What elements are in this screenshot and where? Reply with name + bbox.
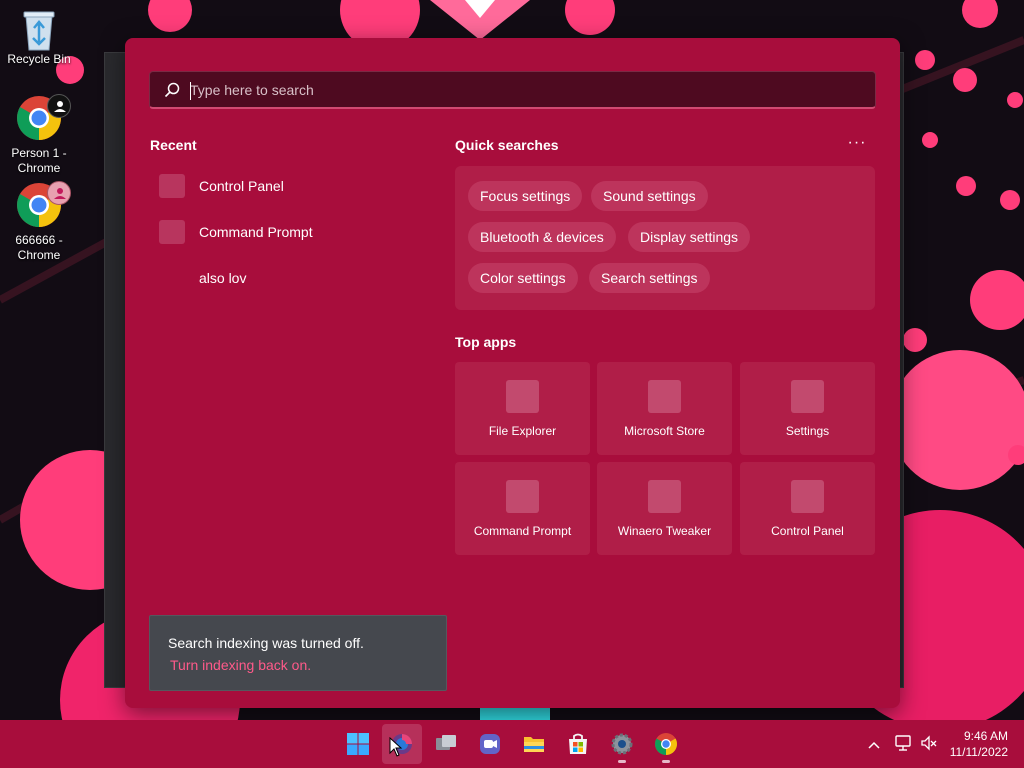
chip-color-settings[interactable]: Color settings bbox=[468, 263, 578, 293]
file-explorer-icon bbox=[506, 380, 539, 413]
profile-avatar-icon bbox=[47, 94, 71, 118]
recent-item-label: also lov bbox=[199, 270, 247, 286]
chrome-icon bbox=[15, 94, 71, 142]
desktop-icon-label: 666666 - Chrome bbox=[15, 233, 63, 262]
top-apps-title: Top apps bbox=[455, 334, 517, 350]
app-tile-microsoft-store[interactable]: Microsoft Store bbox=[597, 362, 732, 455]
app-tile-label: Settings bbox=[785, 424, 830, 438]
taskbar: 9:46 AM 11/11/2022 bbox=[0, 720, 1024, 768]
chevron-up-icon[interactable] bbox=[867, 737, 881, 755]
video-chat-icon bbox=[480, 734, 500, 754]
recent-item-label: Command Prompt bbox=[199, 224, 313, 240]
control-panel-icon bbox=[159, 174, 185, 198]
recent-item-label: Control Panel bbox=[199, 178, 284, 194]
text-caret bbox=[190, 82, 191, 100]
indexing-notice-message: Search indexing was turned off. bbox=[168, 635, 364, 651]
desktop-icon-label: Person 1 - Chrome bbox=[11, 146, 67, 175]
microsoft-store-taskbar-button[interactable] bbox=[558, 724, 598, 764]
desktop-icon-recycle-bin[interactable]: Recycle Bin bbox=[1, 8, 77, 67]
chrome-icon bbox=[15, 181, 71, 229]
app-tile-command-prompt[interactable]: Command Prompt bbox=[455, 462, 590, 555]
clock-date: 11/11/2022 bbox=[949, 745, 1008, 759]
app-tile-label: Command Prompt bbox=[473, 524, 572, 538]
turn-indexing-on-link[interactable]: Turn indexing back on. bbox=[170, 657, 311, 673]
task-view-icon bbox=[436, 735, 456, 750]
command-prompt-icon bbox=[159, 220, 185, 244]
search-query-icon bbox=[159, 266, 185, 290]
chip-focus-settings[interactable]: Focus settings bbox=[468, 181, 583, 211]
winaero-tweaker-icon bbox=[648, 480, 681, 513]
file-explorer-taskbar-button[interactable] bbox=[514, 724, 554, 764]
search-box[interactable] bbox=[149, 71, 876, 109]
app-tile-winaero-tweaker[interactable]: Winaero Tweaker bbox=[597, 462, 732, 555]
recycle-bin-icon bbox=[21, 8, 57, 52]
settings-icon bbox=[791, 380, 824, 413]
app-tile-control-panel[interactable]: Control Panel bbox=[740, 462, 875, 555]
desktop-icon-666666-chrome[interactable]: 666666 - Chrome bbox=[1, 181, 77, 263]
more-options-button[interactable]: ··· bbox=[847, 134, 867, 152]
microsoft-store-icon bbox=[648, 380, 681, 413]
network-icon[interactable] bbox=[894, 734, 912, 757]
search-input[interactable] bbox=[190, 72, 860, 108]
chip-bluetooth-devices[interactable]: Bluetooth & devices bbox=[468, 222, 616, 252]
chrome-taskbar-button[interactable] bbox=[646, 724, 686, 764]
running-indicator bbox=[618, 760, 626, 763]
chrome-icon bbox=[655, 733, 677, 755]
recent-item-control-panel[interactable]: Control Panel bbox=[149, 168, 429, 204]
recent-item-also-lov[interactable]: also lov bbox=[149, 260, 429, 296]
desktop-icon-person1-chrome[interactable]: Person 1 - Chrome bbox=[1, 94, 77, 176]
search-icon bbox=[164, 82, 180, 103]
profile-avatar-icon bbox=[47, 181, 71, 205]
volume-muted-icon[interactable] bbox=[920, 734, 938, 757]
teams-chat-button[interactable] bbox=[470, 724, 510, 764]
clock-time: 9:46 AM bbox=[963, 729, 1008, 743]
quick-searches-title: Quick searches bbox=[455, 137, 559, 153]
clock[interactable]: 9:46 AM 11/11/2022 bbox=[950, 728, 1008, 760]
mouse-pointer-icon bbox=[389, 736, 403, 762]
recent-title: Recent bbox=[150, 137, 197, 153]
gear-icon bbox=[611, 733, 633, 755]
store-bag-icon bbox=[569, 733, 587, 754]
command-prompt-icon bbox=[506, 480, 539, 513]
control-panel-icon bbox=[791, 480, 824, 513]
windows-logo-icon bbox=[347, 733, 369, 755]
search-panel: Recent Control Panel Command Prompt also… bbox=[125, 38, 900, 708]
system-tray: 9:46 AM 11/11/2022 bbox=[860, 720, 1024, 768]
indexing-notice: Search indexing was turned off. Turn ind… bbox=[149, 615, 447, 691]
chip-sound-settings[interactable]: Sound settings bbox=[591, 181, 708, 211]
chip-display-settings[interactable]: Display settings bbox=[628, 222, 751, 252]
app-tile-label: Control Panel bbox=[771, 524, 844, 538]
app-tile-label: Microsoft Store bbox=[624, 424, 705, 438]
chip-search-settings[interactable]: Search settings bbox=[589, 263, 710, 293]
task-view-button[interactable] bbox=[426, 724, 466, 764]
folder-icon bbox=[524, 737, 544, 752]
desktop-icon-label: Recycle Bin bbox=[7, 52, 71, 66]
quick-searches-panel: Focus settings Sound settings Bluetooth … bbox=[455, 166, 875, 310]
running-indicator bbox=[662, 760, 670, 763]
settings-taskbar-button[interactable] bbox=[602, 724, 642, 764]
app-tile-label: Winaero Tweaker bbox=[617, 524, 712, 538]
app-tile-file-explorer[interactable]: File Explorer bbox=[455, 362, 590, 455]
app-tile-label: File Explorer bbox=[488, 424, 557, 438]
recent-item-command-prompt[interactable]: Command Prompt bbox=[149, 214, 429, 250]
app-tile-settings[interactable]: Settings bbox=[740, 362, 875, 455]
start-button[interactable] bbox=[338, 724, 378, 764]
